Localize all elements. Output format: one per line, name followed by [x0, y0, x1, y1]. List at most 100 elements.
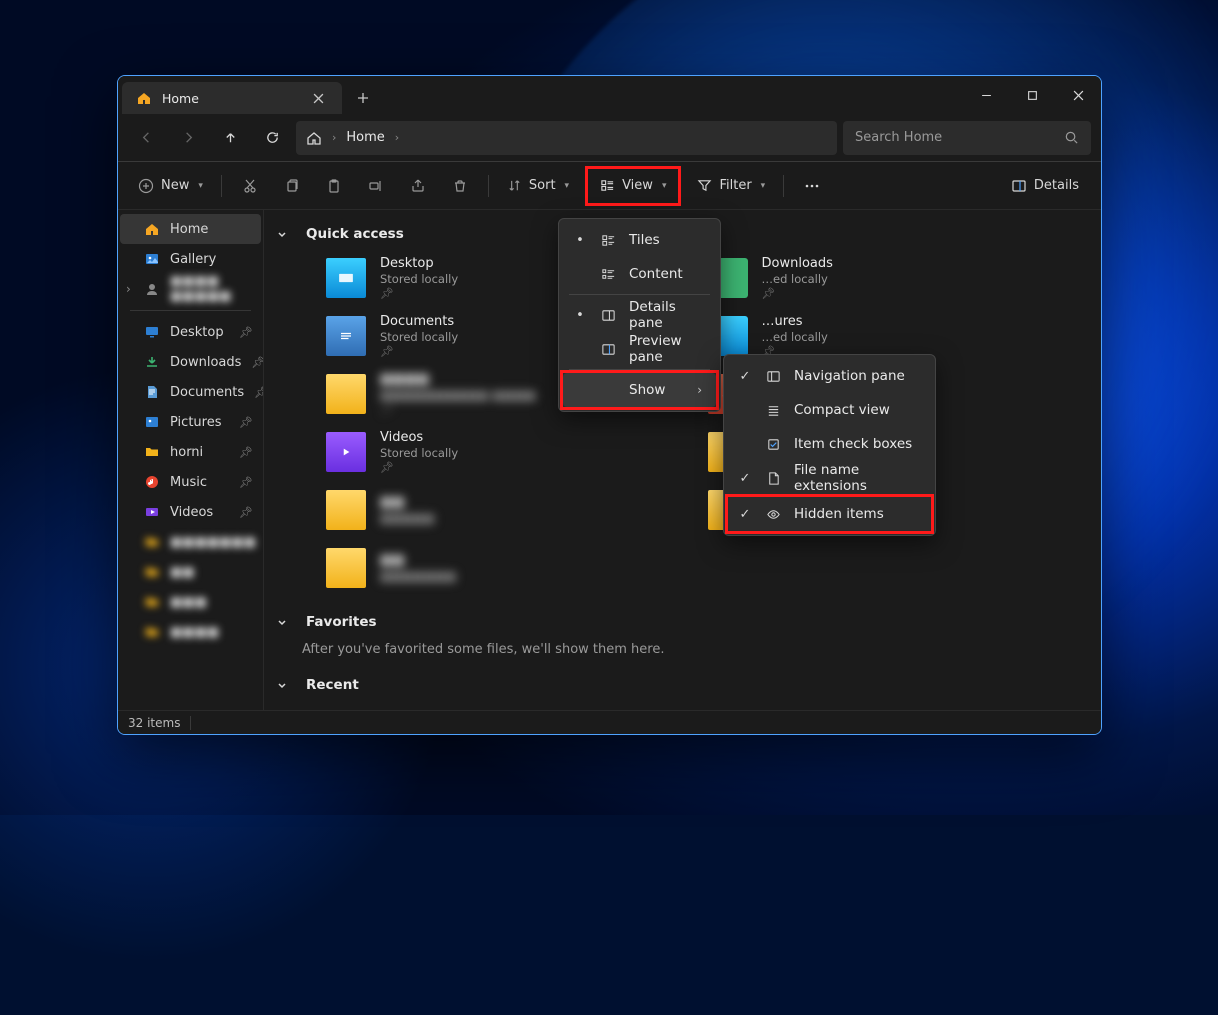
favorites-empty-text: After you've favorited some files, we'll… — [270, 638, 1081, 669]
filter-label: Filter — [719, 178, 751, 193]
separator — [130, 310, 251, 311]
tab-close-button[interactable] — [304, 84, 332, 112]
group-header-favorites[interactable]: Favorites — [270, 606, 1081, 638]
search-input[interactable]: Search Home — [843, 121, 1091, 155]
delete-button[interactable] — [440, 169, 480, 203]
sidebar-item--[interactable]: ■■■ — [120, 587, 261, 617]
home-icon — [144, 221, 160, 237]
sidebar-item-downloads[interactable]: Downloads📌︎ — [120, 347, 261, 377]
highlight-box-view: View ▾ — [585, 166, 681, 206]
sidebar-item--[interactable]: ■■■■■■■ — [120, 527, 261, 557]
group-header-recent[interactable]: Recent — [270, 669, 1081, 701]
file-location: …ed locally — [762, 272, 833, 286]
menu-item-compact-view[interactable]: Compact view — [728, 393, 931, 427]
sidebar-item-label: ■■ — [170, 565, 195, 580]
sidebar-item-documents[interactable]: Documents📌︎ — [120, 377, 261, 407]
nav-bar: › Home › Search Home — [118, 114, 1101, 162]
chevron-down-icon — [276, 228, 294, 240]
menu-item-item-check-boxes[interactable]: Item check boxes — [728, 427, 931, 461]
rename-button[interactable] — [356, 169, 396, 203]
minimize-button[interactable] — [963, 76, 1009, 114]
new-tab-button[interactable] — [346, 81, 380, 115]
menu-item-show[interactable]: Show › — [563, 373, 716, 407]
videos-icon — [144, 504, 160, 520]
sidebar-item-horni[interactable]: horni 📌︎ — [120, 437, 261, 467]
menu-item-content[interactable]: Content — [563, 257, 716, 291]
view-button[interactable]: View ▾ — [588, 169, 678, 203]
file-item[interactable]: ■■■■■■■■■ — [320, 540, 700, 596]
pin-icon: 📌︎ — [380, 345, 458, 358]
tiles-icon — [599, 231, 617, 249]
search-placeholder: Search Home — [855, 130, 1064, 145]
breadcrumb-segment[interactable]: Home — [346, 130, 384, 145]
sidebar-item-label: Home — [170, 222, 208, 237]
sidebar-item-desktop[interactable]: Desktop📌︎ — [120, 317, 261, 347]
details-label: Details — [1034, 178, 1079, 193]
menu-item-preview-pane[interactable]: Preview pane — [563, 332, 716, 366]
close-button[interactable] — [1055, 76, 1101, 114]
sidebar-item-label: horni — [170, 445, 203, 460]
sidebar-item--[interactable]: ■■■■ — [120, 617, 261, 647]
file-location: ■■■■■■■■■■ ■■■■ — [380, 388, 536, 402]
file-item[interactable]: ■■■■■■■ — [320, 482, 700, 538]
file-explorer-window: Home › Home › Search Home — [117, 75, 1102, 735]
paste-button[interactable] — [314, 169, 354, 203]
menu-label: Hidden items — [794, 506, 917, 522]
more-button[interactable] — [792, 169, 832, 203]
sidebar-item-home[interactable]: Home — [120, 214, 261, 244]
pin-icon: 📌︎ — [239, 476, 253, 489]
highlight-box-hidden-items: Hidden items — [725, 494, 934, 534]
music-icon — [144, 474, 160, 490]
menu-item-file-name-extensions[interactable]: File name extensions — [728, 461, 931, 495]
sidebar-item-label: Desktop — [170, 325, 224, 340]
cut-button[interactable] — [230, 169, 270, 203]
chevron-down-icon: ▾ — [761, 181, 766, 191]
chevron-right-icon[interactable]: › — [126, 282, 131, 296]
sidebar-item-videos[interactable]: Videos📌︎ — [120, 497, 261, 527]
menu-item-details-pane[interactable]: Details pane — [563, 298, 716, 332]
menu-item-tiles[interactable]: Tiles — [563, 223, 716, 257]
chevron-down-icon: ▾ — [198, 181, 203, 191]
file-name: …ures — [762, 314, 828, 329]
file-item[interactable]: Downloads…ed locally📌︎ — [702, 250, 1082, 306]
chevron-right-icon: › — [332, 131, 336, 144]
menu-item-hidden-items[interactable]: Hidden items — [728, 497, 931, 531]
tab-title: Home — [162, 91, 199, 106]
back-button[interactable] — [128, 120, 164, 156]
pictures-icon — [144, 414, 160, 430]
sidebar-item-music[interactable]: Music📌︎ — [120, 467, 261, 497]
file-name: ■■■■ — [380, 372, 536, 387]
plus-circle-icon — [138, 178, 154, 194]
sidebar[interactable]: HomeGallery›■■■■ ■■■■■Desktop📌︎Downloads… — [118, 210, 264, 710]
sidebar-item-gallery[interactable]: Gallery — [120, 244, 261, 274]
file-item[interactable]: VideosStored locally📌︎ — [320, 424, 700, 480]
radio-dot-icon — [573, 233, 587, 248]
file-name: Desktop — [380, 256, 458, 271]
menu-item-navigation-pane[interactable]: Navigation pane — [728, 359, 931, 393]
sidebar-item--[interactable]: ›■■■■ ■■■■■ — [120, 274, 261, 304]
sidebar-item-pictures[interactable]: Pictures📌︎ — [120, 407, 261, 437]
details-pane-button[interactable]: Details — [999, 169, 1091, 203]
forward-button[interactable] — [170, 120, 206, 156]
up-button[interactable] — [212, 120, 248, 156]
maximize-button[interactable] — [1009, 76, 1055, 114]
tab-home[interactable]: Home — [122, 82, 342, 114]
menu-label: Content — [629, 266, 702, 282]
sort-button[interactable]: Sort ▾ — [497, 169, 579, 203]
show-submenu: Navigation pane Compact view Item check … — [723, 354, 936, 536]
view-label: View — [622, 178, 653, 193]
chevron-down-icon — [276, 679, 294, 691]
check-icon — [738, 369, 752, 384]
filter-icon — [697, 178, 712, 193]
filter-button[interactable]: Filter ▾ — [687, 169, 775, 203]
pin-icon: 📌︎ — [239, 446, 253, 459]
refresh-button[interactable] — [254, 120, 290, 156]
search-icon — [1064, 130, 1079, 145]
sidebar-item--[interactable]: ■■ — [120, 557, 261, 587]
copy-button[interactable] — [272, 169, 312, 203]
nav-pane-icon — [764, 367, 782, 385]
share-button[interactable] — [398, 169, 438, 203]
address-bar[interactable]: › Home › — [296, 121, 837, 155]
compact-icon — [764, 401, 782, 419]
new-button[interactable]: New ▾ — [128, 169, 213, 203]
